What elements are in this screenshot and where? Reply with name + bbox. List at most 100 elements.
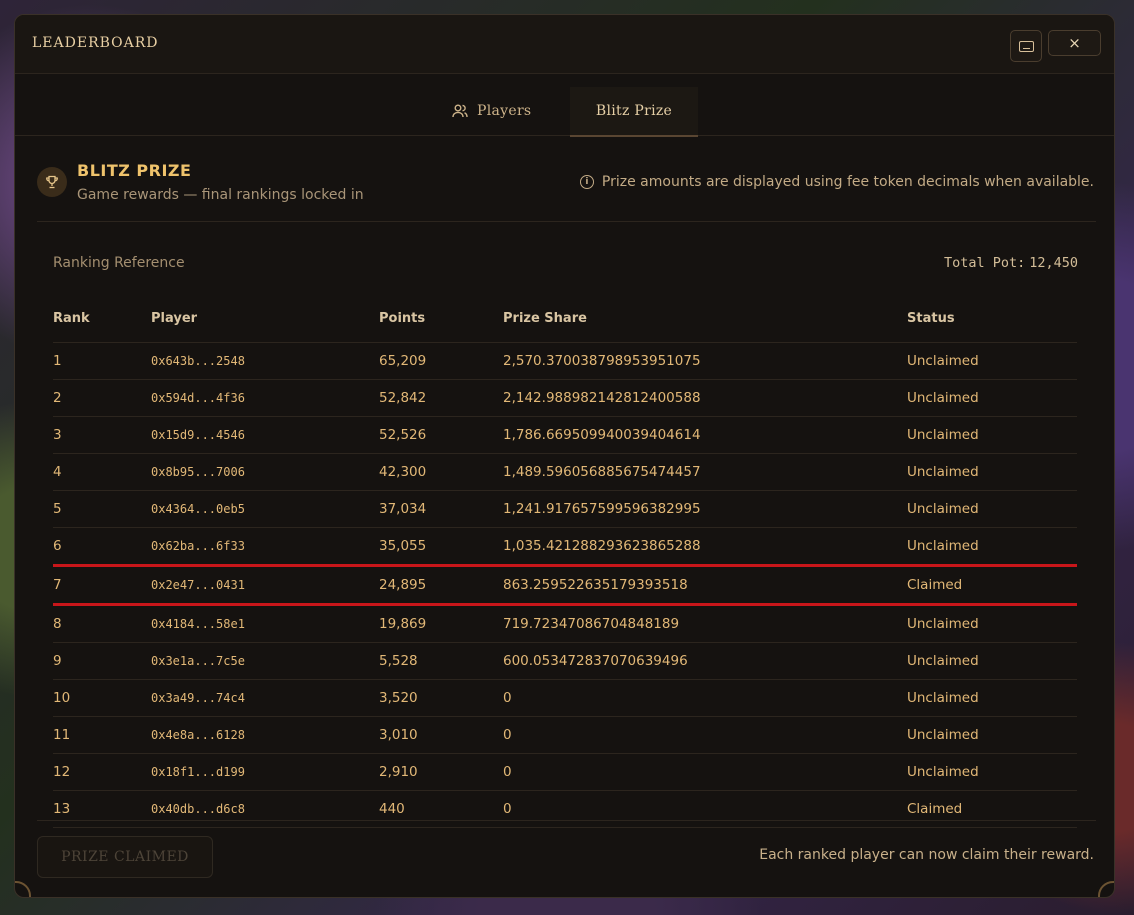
row-player: 0x643b...2548: [151, 342, 379, 380]
table-row: 4 0x8b95...7006 42,300 1,489.59605688567547…: [53, 453, 1077, 491]
row-points: 52,842: [379, 379, 503, 417]
row-points: 2,910: [379, 753, 503, 791]
row-points: 3,520: [379, 679, 503, 717]
row-status: Unclaimed: [907, 453, 1077, 491]
row-player: 0x2e47...0431: [151, 564, 379, 606]
table-row: 6 0x62ba...6f33 35,055 1,035.42128829362386…: [53, 527, 1077, 566]
table-row: 7 0x2e47...0431 24,895 863.2595226351793935…: [53, 564, 1077, 606]
prize-claimed-button[interactable]: PRIZE CLAIMED: [37, 836, 213, 878]
row-prize-share: 0: [503, 753, 907, 791]
close-icon: ×: [1068, 33, 1081, 52]
row-player: 0x3e1a...7c5e: [151, 642, 379, 680]
row-status: Unclaimed: [907, 416, 1077, 454]
column-header-points: Points: [379, 294, 503, 343]
trophy-badge: [37, 167, 67, 197]
tab-bar: Players Blitz Prize: [15, 73, 1114, 137]
row-rank: 12: [53, 753, 151, 791]
table-header-row: Rank Player Points Prize Share Status: [53, 294, 1077, 343]
corner-ornament: [15, 881, 31, 897]
row-player: 0x15d9...4546: [151, 416, 379, 454]
row-player: 0x4184...58e1: [151, 604, 379, 643]
row-points: 19,869: [379, 604, 503, 643]
tab-players-label: Players: [477, 103, 532, 119]
column-header-status: Status: [907, 294, 1077, 343]
row-rank: 2: [53, 379, 151, 417]
keyboard-shortcuts-button[interactable]: [1010, 30, 1042, 62]
row-status: Claimed: [907, 790, 1077, 828]
row-status: Unclaimed: [907, 342, 1077, 380]
footer-note: Each ranked player can now claim their r…: [759, 847, 1094, 863]
row-prize-share: 2,142.988982142812400588: [503, 379, 907, 417]
row-status: Unclaimed: [907, 679, 1077, 717]
row-status: Unclaimed: [907, 604, 1077, 643]
row-status: Unclaimed: [907, 716, 1077, 754]
tab-players[interactable]: Players: [452, 87, 531, 135]
table-row: 5 0x4364...0eb5 37,034 1,241.91765759959638…: [53, 490, 1077, 528]
row-rank: 1: [53, 342, 151, 380]
row-status: Unclaimed: [907, 490, 1077, 528]
row-points: 65,209: [379, 342, 503, 380]
row-rank: 4: [53, 453, 151, 491]
row-points: 24,895: [379, 564, 503, 606]
row-rank: 3: [53, 416, 151, 454]
row-status: Unclaimed: [907, 527, 1077, 566]
row-status: Claimed: [907, 564, 1077, 606]
row-player: 0x8b95...7006: [151, 453, 379, 491]
row-rank: 8: [53, 604, 151, 643]
row-rank: 10: [53, 679, 151, 717]
row-rank: 11: [53, 716, 151, 754]
table-row: 8 0x4184...58e1 19,869 719.7234708670484818…: [53, 604, 1077, 643]
info-icon: i: [579, 175, 594, 189]
keyboard-icon: [1018, 40, 1034, 52]
row-prize-share: 0: [503, 679, 907, 717]
row-rank: 6: [53, 527, 151, 566]
total-pot-label: Total Pot:: [943, 255, 1026, 271]
row-prize-share: 2,570.370038798953951075: [503, 342, 907, 380]
row-prize-share: 1,035.421288293623865288: [503, 527, 907, 566]
row-status: Unclaimed: [907, 379, 1077, 417]
row-points: 440: [379, 790, 503, 828]
prize-subtitle: Game rewards — final rankings locked in: [77, 187, 364, 203]
trophy-icon: [46, 175, 58, 189]
row-rank: 13: [53, 790, 151, 828]
row-status: Unclaimed: [907, 642, 1077, 680]
column-header-player: Player: [151, 294, 379, 343]
leaderboard-modal: LEADERBOARD × Players Blitz Prize BLITZ …: [14, 14, 1115, 898]
row-player: 0x18f1...d199: [151, 753, 379, 791]
table-row: 2 0x594d...4f36 52,842 2,142.98898214281240…: [53, 379, 1077, 417]
close-button[interactable]: ×: [1048, 30, 1101, 56]
row-points: 35,055: [379, 527, 503, 566]
rankings-table: Rank Player Points Prize Share Status 10…: [53, 294, 1077, 828]
row-player: 0x4364...0eb5: [151, 490, 379, 528]
table-row: 1 0x643b...2548 65,209 2,570.37003879895395…: [53, 342, 1077, 380]
row-rank: 5: [53, 490, 151, 528]
table-row: 9 0x3e1a...7c5e 5,528 600.05347283707063949…: [53, 642, 1077, 680]
table-row: 12 0x18f1...d199 2,910 0 Unclaimed: [53, 753, 1077, 791]
row-points: 52,526: [379, 416, 503, 454]
table-row: 3 0x15d9...4546 52,526 1,786.66950994003940…: [53, 416, 1077, 454]
tab-blitz-prize[interactable]: Blitz Prize: [570, 87, 698, 137]
row-prize-share: 0: [503, 716, 907, 754]
prize-title: BLITZ PRIZE: [77, 161, 192, 180]
row-rank: 9: [53, 642, 151, 680]
row-prize-share: 600.053472837070639496: [503, 642, 907, 680]
table-row: 11 0x4e8a...6128 3,010 0 Unclaimed: [53, 716, 1077, 754]
row-player: 0x3a49...74c4: [151, 679, 379, 717]
users-icon: [452, 104, 468, 118]
modal-title: LEADERBOARD: [32, 35, 159, 51]
column-header-prize-share: Prize Share: [503, 294, 907, 343]
decimals-info-note: i Prize amounts are displayed using fee …: [579, 174, 1094, 190]
modal-titlebar: LEADERBOARD ×: [15, 15, 1114, 74]
row-points: 5,528: [379, 642, 503, 680]
row-prize-share: 0: [503, 790, 907, 828]
column-header-rank: Rank: [53, 294, 151, 343]
info-text: Prize amounts are displayed using fee to…: [601, 174, 1094, 190]
row-points: 37,034: [379, 490, 503, 528]
row-points: 3,010: [379, 716, 503, 754]
total-pot: Total Pot: 12,450: [944, 255, 1078, 271]
row-prize-share: 1,241.917657599596382995: [503, 490, 907, 528]
row-prize-share: 719.72347086704848189: [503, 604, 907, 643]
row-points: 42,300: [379, 453, 503, 491]
row-player: 0x40db...d6c8: [151, 790, 379, 828]
row-player: 0x4e8a...6128: [151, 716, 379, 754]
